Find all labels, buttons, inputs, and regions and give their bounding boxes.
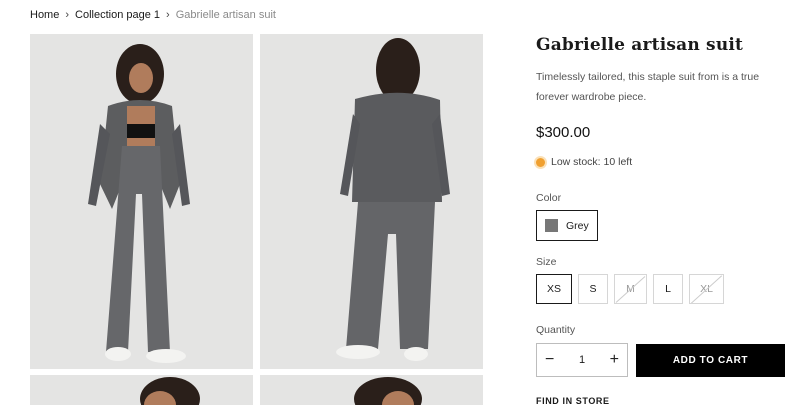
stock-dot-icon xyxy=(536,157,545,167)
quantity-label: Quantity xyxy=(536,324,576,336)
product-image-front[interactable] xyxy=(30,34,253,369)
breadcrumb-home-link[interactable]: Home xyxy=(30,9,59,21)
quantity-value[interactable]: 1 xyxy=(579,354,585,366)
size-label: Size xyxy=(536,256,557,268)
stock-label: Low stock: 10 left xyxy=(551,156,633,168)
color-label: Color xyxy=(536,192,562,204)
quantity-stepper: − 1 + xyxy=(536,343,628,377)
size-option-s[interactable]: S xyxy=(578,274,608,304)
size-option-xs[interactable]: XS xyxy=(536,274,572,304)
breadcrumb: Home › Collection page 1 › Gabrielle art… xyxy=(30,9,276,21)
product-title: Gabrielle artisan suit xyxy=(536,35,744,55)
color-option-grey[interactable]: Grey xyxy=(536,210,598,241)
stock-status: Low stock: 10 left xyxy=(536,156,632,168)
breadcrumb-collection-link[interactable]: Collection page 1 xyxy=(75,9,160,21)
find-in-store-link[interactable]: FIND IN STORE xyxy=(536,396,610,406)
breadcrumb-current: Gabrielle artisan suit xyxy=(175,9,276,21)
product-image-back[interactable] xyxy=(260,34,483,369)
color-chip xyxy=(545,219,558,232)
quantity-plus-button[interactable]: + xyxy=(610,352,619,368)
size-option-l[interactable]: L xyxy=(653,274,683,304)
quantity-minus-button[interactable]: − xyxy=(545,352,554,368)
size-option-m[interactable]: M xyxy=(614,274,647,304)
size-options: XS S M L XL xyxy=(536,274,730,304)
add-to-cart-button[interactable]: ADD TO CART xyxy=(636,344,785,377)
product-price: $300.00 xyxy=(536,124,591,141)
color-option-label: Grey xyxy=(566,219,589,232)
breadcrumb-separator-icon: › xyxy=(65,9,70,21)
breadcrumb-separator-icon: › xyxy=(166,9,170,21)
size-option-xl[interactable]: XL xyxy=(689,274,724,304)
product-description: Timelessly tailored, this staple suit fr… xyxy=(536,71,760,103)
